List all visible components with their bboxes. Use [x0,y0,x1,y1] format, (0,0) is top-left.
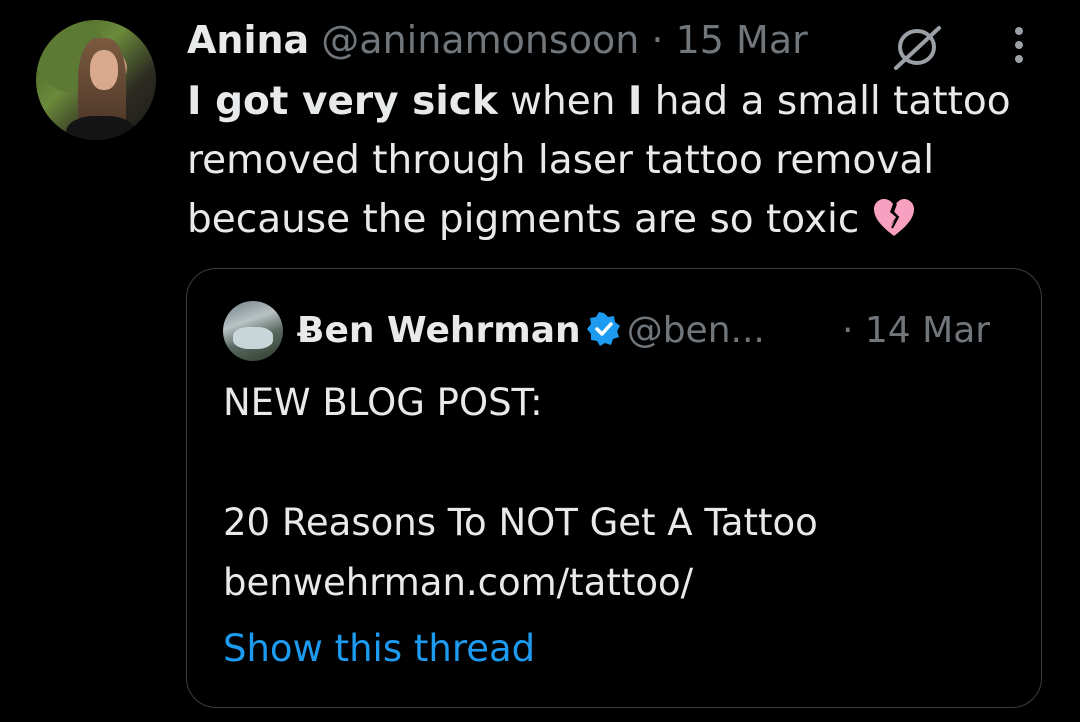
avatar[interactable] [36,20,156,140]
more-options-icon[interactable] [1004,22,1034,72]
author-name[interactable]: Anina [187,18,309,62]
quote-date[interactable]: · 14 Mar [842,305,990,357]
quote-header: Ƀen Wehrman @ben... [297,305,765,357]
quote-author-name[interactable]: Ƀen Wehrman [297,310,581,351]
author-handle[interactable]: @aninamonsoon [321,18,639,62]
tweet-date[interactable]: 15 Mar [676,18,808,62]
quote-text: NEW BLOG POST: 20 Reasons To NOT Get A T… [223,381,818,604]
verified-badge-icon [586,312,620,346]
quoted-tweet-card[interactable]: Ƀen Wehrman @ben... · 14 Mar NEW BLOG PO… [186,268,1042,708]
tweet-text-bold-1: I got very sick [187,79,498,124]
quote-avatar[interactable] [223,301,283,361]
broken-heart-icon [873,199,914,236]
tweet-text-part-1: when [497,79,628,124]
show-thread-link[interactable]: Show this thread [223,621,535,677]
mute-icon[interactable] [892,24,942,70]
quote-author-handle[interactable]: @ben... [627,310,765,351]
header-separator: · [651,18,664,62]
tweet-text-bold-2: I [627,79,643,124]
tweet-text: I got very sick when I had a small tatto… [187,72,1047,249]
tweet-header: Anina @aninamonsoon · 15 Mar [187,14,808,66]
